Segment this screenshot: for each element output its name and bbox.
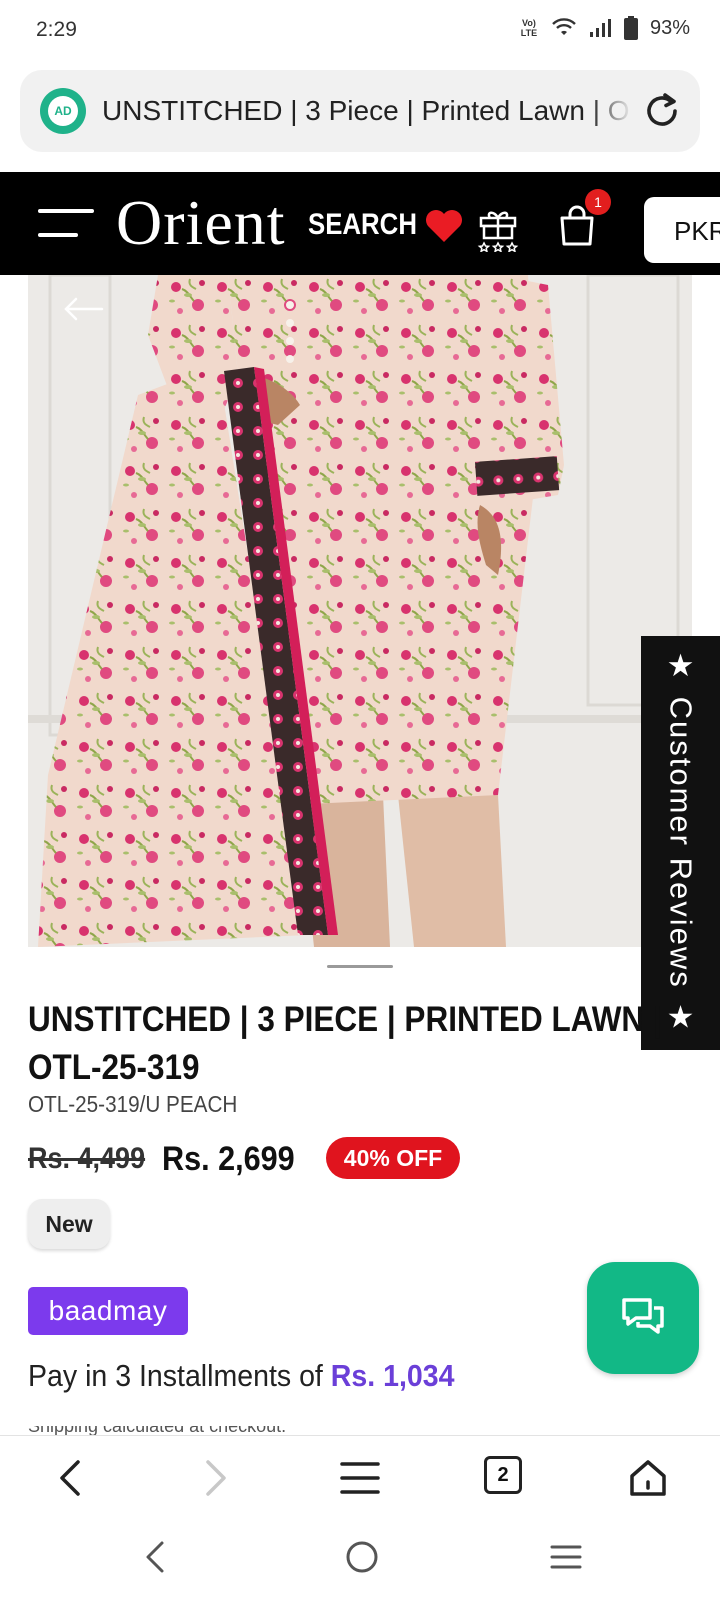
currency-selector[interactable]: PKR	[644, 197, 720, 263]
gift-rewards-icon[interactable]	[476, 206, 520, 252]
wishlist-heart-icon[interactable]	[424, 208, 464, 244]
product-photo	[28, 275, 692, 947]
carousel-indicator[interactable]	[327, 965, 393, 968]
customer-reviews-tab[interactable]: ★ Customer Reviews ★	[641, 636, 720, 1050]
system-recents-icon[interactable]	[548, 1541, 584, 1573]
chat-button[interactable]	[587, 1262, 699, 1374]
wifi-icon	[552, 18, 576, 38]
discount-badge: 40% OFF	[326, 1137, 460, 1179]
browser-toolbar: 2	[0, 1435, 720, 1517]
browser-forward-icon[interactable]	[192, 1456, 236, 1500]
product-title: UNSTITCHED | 3 PIECE | PRINTED LAWN | OT…	[28, 996, 662, 1092]
system-home-icon[interactable]	[342, 1537, 382, 1577]
installments-label: Pay in 3 Installments of	[28, 1358, 323, 1393]
system-nav-bar	[0, 1517, 720, 1600]
customer-reviews-label: ★ Customer Reviews ★	[663, 648, 699, 1038]
cart-count-badge: 1	[585, 189, 611, 215]
browser-menu-icon[interactable]	[338, 1456, 382, 1500]
hamburger-menu-icon[interactable]	[38, 209, 94, 239]
product-title-line1: UNSTITCHED | 3 PIECE | PRINTED LAWN |	[28, 1000, 662, 1039]
installments-text: Pay in 3 Installments of Rs. 1,034	[28, 1358, 454, 1394]
address-bar[interactable]: AD UNSTITCHED | 3 Piece | Printed Lawn |…	[20, 70, 700, 152]
volte-indicator: Vo) LTE	[520, 18, 538, 38]
sale-price: Rs. 2,699	[162, 1139, 295, 1178]
ad-block-icon[interactable]: AD	[40, 88, 86, 134]
ad-label: AD	[48, 96, 78, 126]
browser-back-icon[interactable]	[50, 1456, 94, 1500]
chat-icon	[622, 1298, 664, 1334]
installment-amount: Rs. 1,034	[330, 1358, 455, 1393]
status-icons: Vo) LTE 93%	[518, 16, 690, 40]
product-image[interactable]	[28, 275, 692, 947]
reload-icon[interactable]	[640, 89, 684, 133]
status-bar: 2:29 Vo) LTE 93%	[0, 0, 720, 62]
site-header: Orient SEARCH 1 PKR	[0, 172, 720, 275]
browser-home-icon[interactable]	[626, 1456, 670, 1500]
battery-percent: 93%	[649, 16, 690, 39]
new-badge: New	[28, 1199, 110, 1249]
signal-icon	[588, 18, 612, 38]
baadmay-logo: baadmay	[28, 1287, 188, 1335]
product-title-line2: OTL-25-319	[28, 1048, 200, 1087]
price-row: Rs. 4,499 Rs. 2,699	[28, 1135, 310, 1183]
product-sku: OTL-25-319/U PEACH	[28, 1091, 238, 1117]
brand-logo[interactable]: Orient	[116, 186, 286, 260]
search-button[interactable]: SEARCH	[308, 208, 417, 242]
battery-icon	[623, 16, 638, 40]
url-text[interactable]: UNSTITCHED | 3 Piece | Printed Lawn | O	[102, 95, 632, 127]
tabs-count-button[interactable]: 2	[484, 1456, 522, 1494]
original-price: Rs. 4,499	[28, 1142, 146, 1175]
back-arrow-icon[interactable]	[62, 294, 104, 324]
system-back-icon[interactable]	[140, 1537, 170, 1577]
status-time: 2:29	[36, 18, 77, 41]
